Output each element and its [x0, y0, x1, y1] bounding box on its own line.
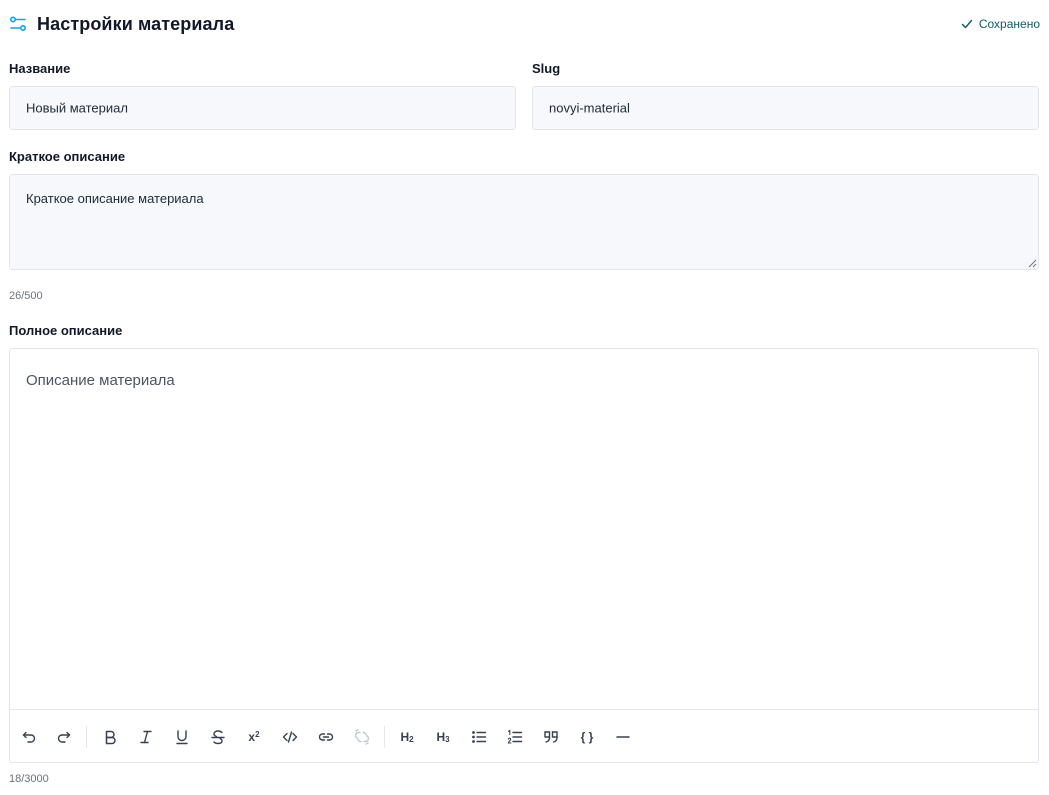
- strikethrough-icon: [211, 730, 225, 745]
- page-header: Настройки материала Сохранено: [9, 12, 1040, 38]
- editor-placeholder: Описание материала: [26, 372, 175, 389]
- short-description-counter: 26/500: [9, 290, 43, 302]
- strikethrough-button[interactable]: [208, 727, 228, 747]
- bold-button[interactable]: [100, 727, 120, 747]
- name-input[interactable]: Новый материал: [9, 86, 516, 130]
- bullet-list-icon: [472, 731, 487, 743]
- ordered-list-icon: [507, 729, 523, 744]
- italic-icon: [140, 730, 152, 744]
- full-description-counter: 18/3000: [9, 773, 49, 785]
- blockquote-icon: [544, 731, 558, 743]
- undo-button[interactable]: [19, 727, 39, 747]
- short-description-value: Краткое описание материала: [26, 191, 204, 206]
- heading3-button[interactable]: H3: [433, 727, 453, 747]
- link-button[interactable]: [316, 727, 336, 747]
- unlink-button[interactable]: [352, 727, 372, 747]
- horizontal-rule-icon: [616, 736, 630, 738]
- code-icon: [282, 731, 298, 743]
- editor-toolbar: x2 H2 H3 { }: [10, 709, 1038, 762]
- slug-input-value: novyi-material: [549, 100, 630, 116]
- slug-input[interactable]: novyi-material: [532, 86, 1039, 130]
- resize-handle-icon[interactable]: [1027, 258, 1037, 268]
- underline-icon: [176, 730, 188, 745]
- blockquote-button[interactable]: [541, 727, 561, 747]
- underline-button[interactable]: [172, 727, 192, 747]
- sliders-icon: [9, 16, 27, 32]
- name-label: Название: [9, 61, 71, 76]
- toolbar-divider: [86, 726, 87, 748]
- unlink-icon: [354, 729, 370, 745]
- page-title: Настройки материала: [37, 14, 235, 34]
- ordered-list-button[interactable]: [505, 727, 525, 747]
- undo-icon: [22, 731, 36, 743]
- superscript-icon: x2: [248, 730, 260, 744]
- italic-button[interactable]: [136, 727, 156, 747]
- heading2-button[interactable]: H2: [397, 727, 417, 747]
- redo-icon: [57, 731, 71, 743]
- bold-icon: [105, 730, 116, 745]
- name-input-value: Новый материал: [26, 100, 128, 116]
- heading3-icon: H3: [436, 730, 450, 744]
- link-icon: [318, 733, 334, 741]
- toolbar-divider: [384, 726, 385, 748]
- heading2-icon: H2: [400, 730, 414, 744]
- save-status: Сохранено: [961, 16, 1040, 32]
- full-description-label: Полное описание: [9, 323, 123, 338]
- slug-label: Slug: [532, 61, 561, 76]
- bullet-list-button[interactable]: [469, 727, 489, 747]
- code-block-icon: { }: [580, 730, 594, 744]
- save-status-label: Сохранено: [978, 17, 1040, 31]
- superscript-button[interactable]: x2: [244, 727, 264, 747]
- code-block-button[interactable]: { }: [577, 727, 597, 747]
- short-description-label: Краткое описание: [9, 149, 126, 164]
- horizontal-rule-button[interactable]: [613, 727, 633, 747]
- full-description-editor[interactable]: Описание материала x2 H2 H3 {}: [9, 348, 1039, 763]
- short-description-textarea[interactable]: Краткое описание материала: [9, 174, 1039, 270]
- check-icon: [961, 19, 973, 29]
- redo-button[interactable]: [54, 727, 74, 747]
- code-button[interactable]: [280, 727, 300, 747]
